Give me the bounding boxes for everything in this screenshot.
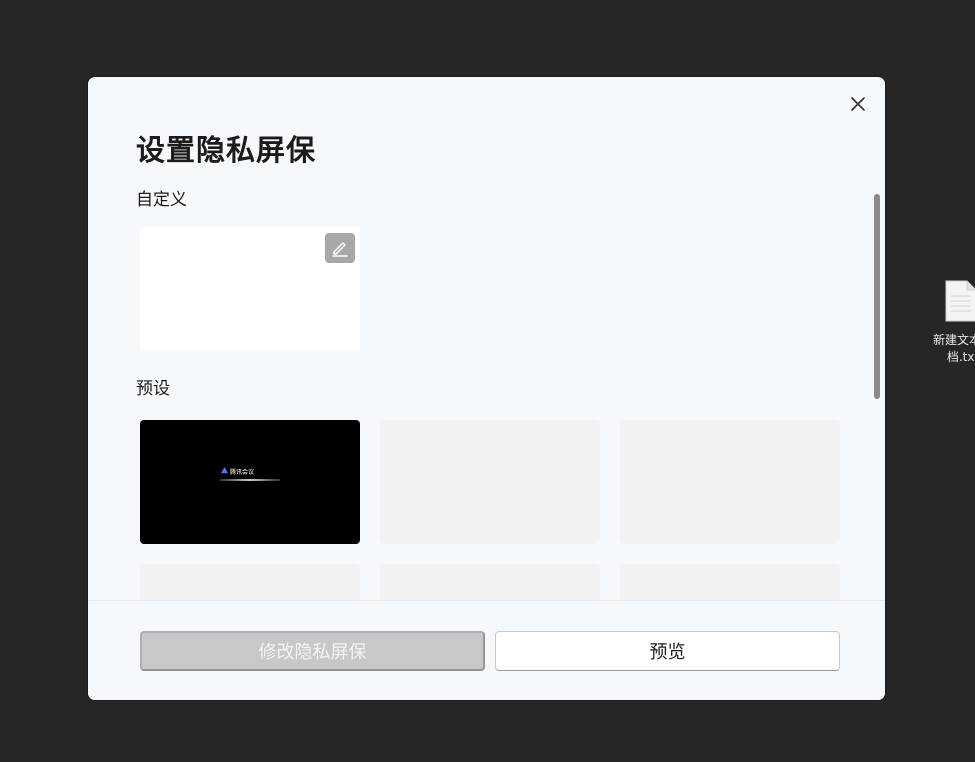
pencil-icon [332,242,348,257]
desktop: 新建文本文档.txt 设置隐私屏保 自定义 预设 [0,0,975,762]
preset-tile-3[interactable] [620,420,840,544]
tile-scroll-area[interactable]: 自定义 预设 腾讯会议 [88,177,885,600]
preset-tile-2[interactable] [380,420,600,544]
text-file-icon [945,280,975,322]
preset-tile-4[interactable] [140,564,360,600]
dialog-title: 设置隐私屏保 [136,133,317,167]
logo-subline [220,479,280,481]
logo-text: 腾讯会议 [230,469,255,476]
privacy-screensaver-dialog: 设置隐私屏保 自定义 预设 腾讯会议 修改隐私屏保 预览 [88,77,885,700]
app-logo: 腾讯会议 [220,466,280,488]
edit-button[interactable] [325,233,355,263]
close-button[interactable] [846,92,870,116]
scrollbar-thumb[interactable] [874,194,880,399]
custom-screensaver-tile[interactable] [140,227,360,351]
apply-screensaver-button[interactable]: 修改隐私屏保 [140,631,485,671]
dialog-footer: 修改隐私屏保 预览 [88,600,885,700]
desktop-file-name: 新建文本文档.txt [932,333,975,364]
preview-button[interactable]: 预览 [495,631,840,671]
preset-tile-5[interactable] [380,564,600,600]
preset-tile-1[interactable]: 腾讯会议 [140,420,360,544]
close-icon [851,97,865,111]
preset-section-label: 预设 [136,379,170,399]
logo-mark-icon [220,466,229,474]
preset-tile-6[interactable] [620,564,840,600]
custom-section-label: 自定义 [136,190,187,210]
